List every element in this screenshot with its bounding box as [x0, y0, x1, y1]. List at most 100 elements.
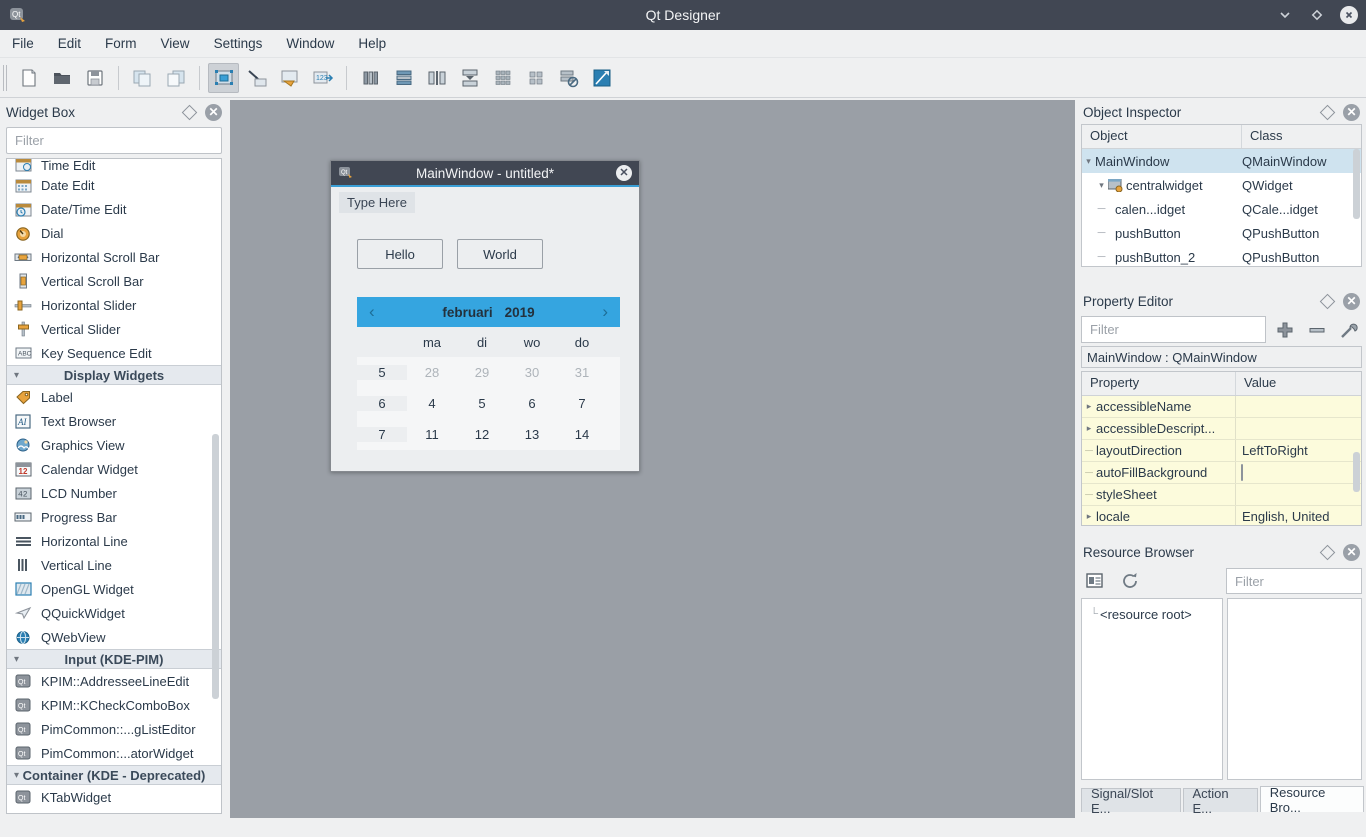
resource-filter-input[interactable]: Filter	[1226, 568, 1362, 594]
open-folder-icon[interactable]	[46, 63, 77, 93]
edit-tab-order-icon[interactable]: 123	[307, 63, 338, 93]
table-row[interactable]: ─ pushButton QPushButton	[1082, 221, 1361, 245]
property-editor-scrollbar[interactable]	[1353, 452, 1360, 492]
list-item[interactable]: Horizontal Scroll Bar	[7, 245, 221, 269]
widget-category-input-kde-pim[interactable]: ▾ Input (KDE-PIM)	[7, 649, 221, 669]
list-item[interactable]: Qt KPIM::AddresseeLineEdit	[7, 669, 221, 693]
maximize-button[interactable]	[1308, 6, 1326, 24]
widget-box-filter-input[interactable]: Filter	[6, 127, 222, 154]
layout-grid-icon[interactable]	[520, 63, 551, 93]
new-form-icon[interactable]	[13, 63, 44, 93]
save-floppy-icon[interactable]	[79, 63, 110, 93]
list-item[interactable]: Graphics View	[7, 433, 221, 457]
close-button[interactable]	[1340, 6, 1358, 24]
chevron-down-icon[interactable]: ▾	[1082, 156, 1095, 167]
list-item[interactable]: QQuickWidget	[7, 601, 221, 625]
layout-form-icon[interactable]	[487, 63, 518, 93]
undo-icon[interactable]	[127, 63, 158, 93]
edit-signals-slots-icon[interactable]	[241, 63, 272, 93]
chevron-right-icon[interactable]: ▸	[1082, 511, 1096, 522]
list-item[interactable]: Dial	[7, 221, 221, 245]
chevron-right-icon[interactable]: ›	[602, 302, 608, 322]
remove-icon[interactable]	[1304, 317, 1330, 343]
menu-help[interactable]: Help	[346, 32, 398, 55]
list-item[interactable]: Horizontal Line	[7, 529, 221, 553]
calendar-day[interactable]: 5	[457, 396, 507, 411]
list-item[interactable]: ABC Key Sequence Edit	[7, 341, 221, 365]
table-row[interactable]: ─ calen...idget QCale...idget	[1082, 197, 1361, 221]
list-item[interactable]: Time Edit	[7, 159, 221, 173]
close-icon[interactable]: ✕	[1343, 292, 1360, 310]
list-item[interactable]: Vertical Scroll Bar	[7, 269, 221, 293]
calendar-day[interactable]: 28	[407, 365, 457, 380]
table-row[interactable]: ▾ centralwidget QWidget	[1082, 173, 1361, 197]
break-layout-icon[interactable]	[553, 63, 584, 93]
calendar-year[interactable]: 2019	[505, 305, 535, 320]
resource-tree[interactable]: └ <resource root>	[1081, 598, 1223, 780]
table-row[interactable]: ▸ accessibleDescript...	[1082, 418, 1361, 440]
list-item[interactable]: Qt KPIM::KCheckComboBox	[7, 693, 221, 717]
mainwindow-form[interactable]: Qt MainWindow - untitled* ✕ Type Here He…	[330, 160, 640, 472]
chevron-right-icon[interactable]: ▸	[1082, 401, 1096, 412]
property-filter-input[interactable]: Filter	[1081, 316, 1266, 343]
list-item[interactable]: QWebView	[7, 625, 221, 649]
calendar-day[interactable]: 13	[507, 427, 557, 442]
list-item[interactable]: Qt PimCommon:...atorWidget	[7, 741, 221, 765]
widget-category-display-widgets[interactable]: ▾ Display Widgets	[7, 365, 221, 385]
column-header-class[interactable]: Class	[1242, 125, 1361, 148]
list-item[interactable]: Label	[7, 385, 221, 409]
table-row[interactable]: ─ autoFillBackground	[1082, 462, 1361, 484]
calendar-day[interactable]: 4	[407, 396, 457, 411]
menu-form[interactable]: Form	[93, 32, 149, 55]
calendar-day[interactable]: 11	[407, 427, 457, 442]
list-item[interactable]: Vertical Slider	[7, 317, 221, 341]
tab-action-editor[interactable]: Action E...	[1182, 786, 1258, 816]
redo-icon[interactable]	[160, 63, 191, 93]
list-item[interactable]: Progress Bar	[7, 505, 221, 529]
add-icon[interactable]	[1272, 317, 1298, 343]
menu-view[interactable]: View	[149, 32, 202, 55]
push-button-world[interactable]: World	[457, 239, 543, 269]
resource-preview-pane[interactable]	[1227, 598, 1362, 780]
toolbar-handle[interactable]	[3, 64, 9, 91]
layout-splitter-h-icon[interactable]	[421, 63, 452, 93]
chevron-down-icon[interactable]: ▾	[1095, 180, 1108, 191]
chevron-right-icon[interactable]: ▸	[1082, 423, 1096, 434]
calendar-day[interactable]: 14	[557, 427, 607, 442]
table-row[interactable]: ▾ MainWindow QMainWindow	[1082, 149, 1361, 173]
form-body[interactable]: Type Here Hello World ‹ februari 2019 › …	[331, 187, 639, 471]
close-icon[interactable]: ✕	[1343, 543, 1360, 561]
table-row[interactable]: ─ pushButton_2 QPushButton	[1082, 245, 1361, 266]
resource-root-item[interactable]: └ <resource root>	[1082, 604, 1222, 624]
float-icon[interactable]	[1319, 544, 1336, 560]
float-icon[interactable]	[181, 104, 198, 120]
float-icon[interactable]	[1319, 104, 1336, 120]
list-item[interactable]: Vertical Line	[7, 553, 221, 577]
chevron-left-icon[interactable]: ‹	[369, 302, 375, 322]
menu-edit[interactable]: Edit	[46, 32, 93, 55]
tab-resource-browser[interactable]: Resource Bro...	[1259, 785, 1364, 815]
list-item[interactable]: Date Edit	[7, 173, 221, 197]
table-row[interactable]: ▸ accessibleName	[1082, 396, 1361, 418]
layout-splitter-v-icon[interactable]	[454, 63, 485, 93]
tab-signal-slot-editor[interactable]: Signal/Slot E...	[1081, 786, 1181, 816]
menu-settings[interactable]: Settings	[202, 32, 275, 55]
list-item[interactable]: Qt KTabWidget	[7, 785, 221, 809]
column-header-object[interactable]: Object	[1082, 125, 1242, 148]
calendar-day[interactable]: 7	[557, 396, 607, 411]
edit-resources-icon[interactable]	[1081, 568, 1109, 594]
reload-icon[interactable]	[1117, 568, 1145, 594]
push-button-hello[interactable]: Hello	[357, 239, 443, 269]
list-item[interactable]: Horizontal Slider	[7, 293, 221, 317]
table-row[interactable]: ─ layoutDirection LeftToRight	[1082, 440, 1361, 462]
property-value[interactable]: English, United	[1236, 509, 1361, 524]
close-icon[interactable]: ✕	[1343, 103, 1360, 121]
widget-box-scrollbar[interactable]	[212, 434, 219, 699]
widget-category-container-kde-deprecated[interactable]: ▾ Container (KDE - Deprecated)	[7, 765, 221, 785]
calendar-day[interactable]: 30	[507, 365, 557, 380]
column-header-property[interactable]: Property	[1082, 372, 1236, 395]
menu-window[interactable]: Window	[274, 32, 346, 55]
close-icon[interactable]: ✕	[205, 103, 222, 121]
object-inspector-tree[interactable]: Object Class ▾ MainWindow QMainWindow ▾	[1081, 124, 1362, 267]
form-close-button[interactable]: ✕	[616, 165, 632, 181]
